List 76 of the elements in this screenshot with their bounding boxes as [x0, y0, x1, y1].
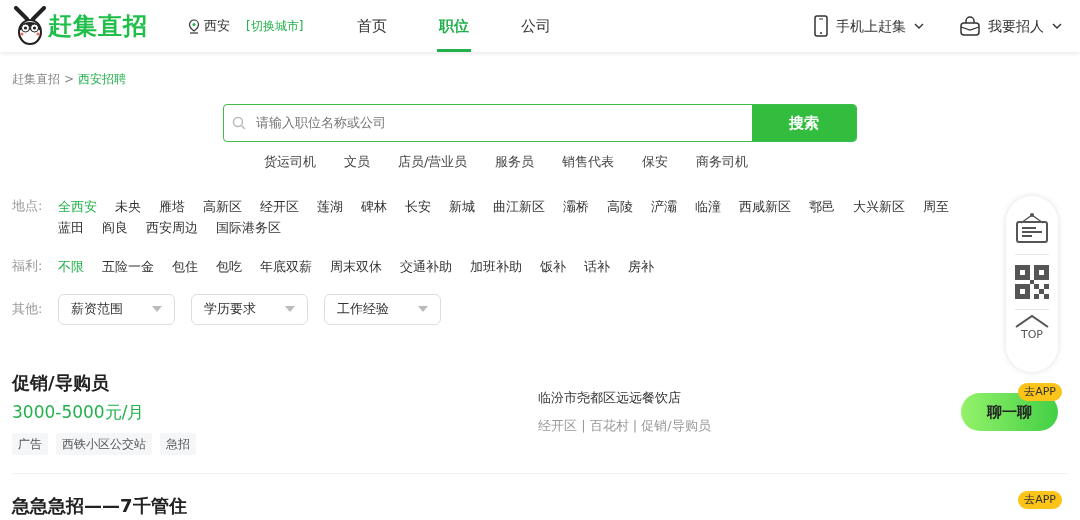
logo-text: 赶集直招: [48, 11, 148, 42]
hot-keyword-link[interactable]: 货运司机: [264, 152, 316, 172]
filter-label: 福利:: [12, 256, 44, 275]
filter-option[interactable]: 交通补助: [400, 255, 452, 277]
filter-option[interactable]: 加班补助: [470, 255, 522, 277]
chevron-up-icon: [1015, 314, 1049, 328]
filter-option[interactable]: 雁塔: [159, 195, 185, 217]
filter-option[interactable]: 莲湖: [317, 195, 343, 217]
filter-option[interactable]: 经开区: [260, 195, 299, 217]
hot-keyword-link[interactable]: 销售代表: [562, 152, 615, 172]
dropdown-select[interactable]: 工作经验: [324, 293, 441, 325]
chevron-down-icon: [914, 22, 924, 30]
job-tag: 西铁小区公交站: [56, 433, 152, 455]
company-name[interactable]: 临汾市尧都区远远餐饮店: [538, 388, 961, 408]
dropdown-arrow-icon: [418, 306, 428, 312]
dropdown-select[interactable]: 薪资范围: [58, 293, 175, 325]
app-badge: 去APP: [1018, 382, 1062, 402]
dropdown-arrow-icon: [285, 306, 295, 312]
job-tag: 广告: [12, 433, 48, 455]
filter-option[interactable]: 年底双薪: [260, 255, 312, 277]
filter-option[interactable]: 话补: [584, 255, 610, 277]
filter-label: 其他:: [12, 300, 44, 319]
app-badge: 去APP: [1018, 490, 1062, 509]
job-title[interactable]: 促销/导购员: [12, 368, 538, 396]
hot-keyword-link[interactable]: 店员/营业员: [398, 152, 468, 172]
phone-icon: [814, 15, 828, 37]
filter-option[interactable]: 阎良: [102, 216, 128, 238]
rabbit-logo-icon: [12, 6, 48, 46]
filter-option[interactable]: 蓝田: [58, 216, 84, 238]
signboard-icon[interactable]: [1015, 212, 1049, 244]
dropdown-arrow-icon: [152, 306, 162, 312]
filter-option[interactable]: 国际港务区: [216, 216, 281, 238]
filter-option[interactable]: 包吃: [216, 255, 242, 277]
chevron-down-icon: [1052, 22, 1062, 30]
filter-option[interactable]: 大兴新区: [853, 195, 905, 217]
filter-option[interactable]: 饭补: [540, 255, 566, 277]
filter-option[interactable]: 浐灞: [651, 195, 677, 217]
back-to-top-button[interactable]: TOP: [1015, 314, 1049, 342]
qr-code-icon[interactable]: [1015, 265, 1049, 299]
breadcrumb-separator: >: [64, 71, 75, 88]
filter-option[interactable]: 碑林: [361, 195, 387, 217]
city-name: 西安: [204, 17, 230, 36]
filter-label: 地点:: [12, 196, 44, 215]
filter-option[interactable]: 长安: [405, 195, 431, 217]
filter-option[interactable]: 曲江新区: [493, 195, 545, 217]
filter-option[interactable]: 五险一金: [102, 255, 154, 277]
filter-option[interactable]: 西安周边: [146, 216, 198, 238]
filter-option[interactable]: 新城: [449, 195, 475, 217]
job-tag: 急招: [160, 433, 196, 455]
filter-option[interactable]: 周末双休: [330, 255, 382, 277]
filter-option[interactable]: 西咸新区: [739, 195, 791, 217]
hot-keyword-link[interactable]: 文员: [344, 152, 370, 172]
filter-option[interactable]: 高陵: [607, 195, 633, 217]
header-menu[interactable]: 我要招人: [954, 14, 1068, 38]
salary-text: 3000-5000元/月: [12, 400, 146, 424]
job-title[interactable]: 急急急招——7千管住: [12, 492, 538, 519]
nav-tab[interactable]: 首页: [355, 0, 390, 52]
filter-option[interactable]: 高新区: [203, 195, 242, 217]
header-menu[interactable]: 手机上赶集: [808, 14, 930, 38]
filter-option[interactable]: 包住: [172, 255, 198, 277]
filter-option[interactable]: 临潼: [695, 195, 721, 217]
filter-option[interactable]: 灞桥: [563, 195, 589, 217]
dropdown-select[interactable]: 学历要求: [191, 293, 308, 325]
briefcase-icon: [960, 16, 980, 36]
nav-tab[interactable]: 公司: [519, 0, 554, 52]
breadcrumb-link[interactable]: 赶集直招: [12, 70, 60, 88]
filter-option[interactable]: 鄠邑: [809, 195, 835, 217]
filter-option[interactable]: 房补: [628, 255, 654, 277]
search-icon: [232, 116, 246, 130]
location-pin-icon: [188, 18, 200, 34]
filter-option[interactable]: 未央: [115, 195, 141, 217]
filter-option[interactable]: 周至: [923, 195, 949, 217]
hot-keyword-link[interactable]: 商务司机: [696, 152, 749, 172]
hot-keyword-link[interactable]: 服务员: [495, 152, 535, 172]
job-details: 经开区 | 百花村 | 促销/导购员: [538, 416, 712, 435]
hot-keyword-link[interactable]: 保安: [642, 152, 669, 172]
